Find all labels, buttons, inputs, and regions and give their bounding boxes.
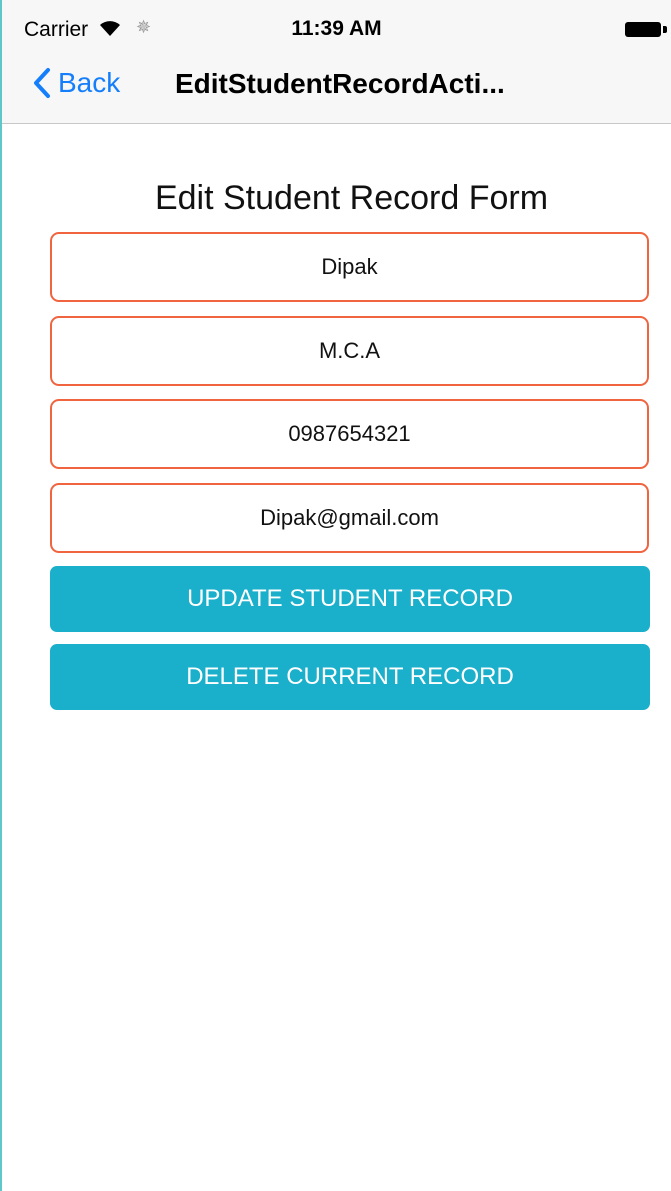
email-field[interactable] [50,483,649,553]
navigation-bar: Back EditStudentRecordActi... [2,40,671,124]
delete-current-record-button[interactable]: DELETE CURRENT RECORD [50,644,650,710]
status-bar: Carrier ✵ 11:39 AM [2,0,671,41]
battery-tip [663,26,667,33]
back-button[interactable]: Back [32,65,120,101]
form-title: Edit Student Record Form [154,179,549,217]
status-time: 11:39 AM [291,17,382,40]
nav-title: EditStudentRecordActi... [175,68,505,99]
qualification-field[interactable] [50,316,649,386]
name-field[interactable] [50,232,649,302]
update-student-record-button[interactable]: UPDATE STUDENT RECORD [50,566,650,632]
app-screen: Carrier ✵ 11:39 AM Back EditStudentRecor… [0,0,671,1191]
battery-icon [625,22,661,37]
phone-field[interactable] [50,399,649,469]
back-label: Back [58,67,121,98]
chevron-left-icon [34,68,50,98]
